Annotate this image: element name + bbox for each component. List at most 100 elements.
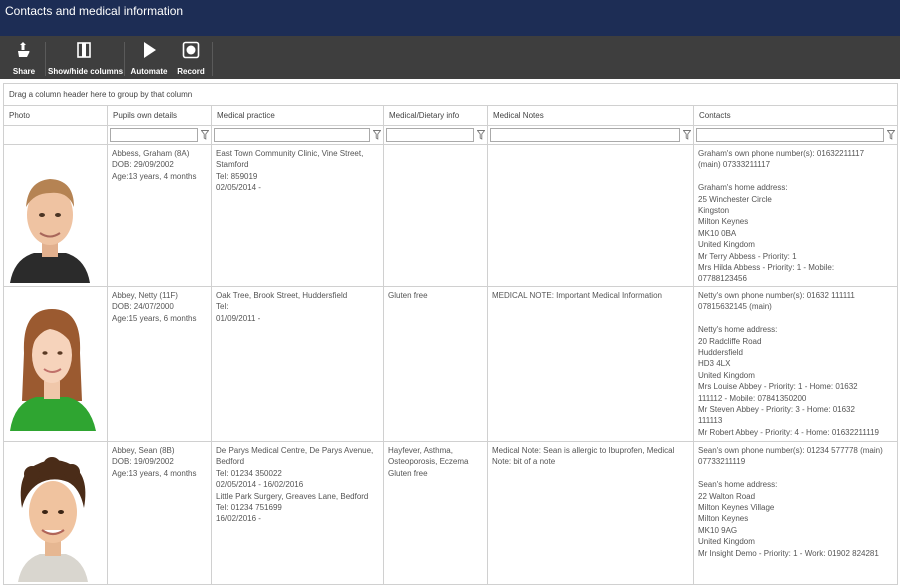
record-label: Record (177, 67, 205, 76)
practice-line: Stamford (216, 160, 249, 170)
group-by-panel[interactable]: Drag a column header here to group by th… (4, 84, 897, 106)
automate-label: Automate (130, 67, 168, 76)
practice-line: Bedford (216, 457, 245, 467)
contact-line: 111112 - Mobile: 07841350200 (698, 393, 807, 403)
contact-line: Milton Keynes Village (698, 503, 775, 513)
contact-line: 20 Radcliffe Road (698, 336, 762, 346)
medical-note-line: Medical Note: Sean is allergic to Ibupro… (492, 446, 675, 455)
filter-cell-contacts (694, 126, 897, 145)
share-icon (18, 42, 30, 57)
contact-line: HD3 4LX (698, 359, 731, 369)
contacts-cell: Graham's own phone number(s): 0163221111… (694, 145, 897, 287)
filter-cell-pupil-details (108, 126, 212, 145)
contact-line: 111113 (698, 416, 723, 426)
contact-line: Mrs Louise Abbey - Priority: 1 - Home: 0… (698, 382, 858, 392)
show-hide-columns-button[interactable]: Show/hide columns (48, 36, 124, 79)
automate-button[interactable]: Automate (130, 36, 168, 79)
contact-line: Milton Keynes (698, 514, 749, 524)
share-button[interactable]: Share (8, 36, 40, 79)
filter-icon[interactable] (201, 130, 209, 140)
practice-line: Tel: 01234 350022 (216, 468, 282, 478)
pupil-photo (10, 309, 96, 431)
columns-icon (77, 42, 91, 58)
column-header-medical-practice[interactable]: Medical practice (212, 106, 384, 126)
filter-cell-medical-notes (488, 126, 694, 145)
practice-line: Tel: 859019 (216, 171, 258, 181)
column-header-photo[interactable]: Photo (4, 106, 108, 126)
show-hide-columns-label: Show/hide columns (48, 67, 124, 76)
contact-line: Mr Robert Abbey - Priority: 4 - Home: 01… (698, 427, 879, 437)
dietary-info-cell: Gluten free (384, 287, 488, 442)
pupil-details-cell: Abbess, Graham (8A) DOB: 29/09/2002 Age:… (108, 145, 212, 287)
contact-line: 22 Walton Road (698, 491, 756, 501)
practice-line: Oak Tree, Brook Street, Huddersfield (216, 291, 348, 300)
contacts-cell: Netty's own phone number(s): 01632 11111… (694, 287, 897, 442)
pupil-age: Age:13 years, 4 months (112, 468, 197, 478)
practice-line: 02/05/2014 - (216, 183, 261, 193)
contact-line: MK10 9AG (698, 525, 738, 535)
contact-line: Graham's own phone number(s): 0163221111… (698, 149, 865, 158)
filter-input-contacts[interactable] (696, 128, 884, 142)
pupil-name[interactable]: Abbey, Netty (11F) (112, 290, 207, 301)
column-header-medical-notes[interactable]: Medical Notes (488, 106, 694, 126)
contact-line: United Kingdom (698, 240, 755, 250)
filter-icon[interactable] (683, 130, 691, 140)
filter-cell-photo (4, 126, 108, 145)
contact-line: MK10 0BA (698, 228, 737, 238)
contact-line: 07788123456 (698, 274, 747, 284)
window-titlebar: Contacts and medical information (0, 0, 900, 36)
contact-line: 07733211119 (698, 457, 746, 467)
pupil-age: Age:15 years, 6 months (112, 313, 197, 323)
medical-practice-cell: De Parys Medical Centre, De Parys Avenue… (212, 442, 384, 584)
record-icon (182, 41, 200, 59)
pupil-dob: DOB: 24/07/2000 (112, 302, 174, 312)
pupil-details-cell: Abbey, Sean (8B) DOB: 19/09/2002 Age:13 … (108, 442, 212, 584)
contact-line (698, 171, 893, 182)
column-header-pupil-details[interactable]: Pupils own details (108, 106, 212, 126)
pupil-name[interactable]: Abbey, Sean (8B) (112, 445, 207, 456)
dietary-line: Gluten free (388, 468, 428, 478)
pupil-photo (10, 179, 90, 283)
dietary-line: Gluten free (388, 291, 428, 300)
medical-notes-cell (488, 145, 694, 287)
contact-line: Sean's own phone number(s): 01234 577778… (698, 446, 883, 455)
contact-line: United Kingdom (698, 537, 755, 547)
contact-line: (main) 07333211117 (698, 160, 771, 170)
dietary-info-cell: Hayfever, Asthma, Osteoporosis, Eczema G… (384, 442, 488, 584)
contacts-cell: Sean's own phone number(s): 01234 577778… (694, 442, 897, 584)
contacts-grid: Drag a column header here to group by th… (3, 83, 898, 585)
medical-notes-cell: MEDICAL NOTE: Important Medical Informat… (488, 287, 694, 442)
filter-input-medical-practice[interactable] (214, 128, 370, 142)
contact-line: Mrs Hilda Abbess - Priority: 1 - Mobile: (698, 263, 835, 273)
practice-line: 01/09/2011 - (216, 313, 261, 323)
filter-cell-dietary-info (384, 126, 488, 145)
filter-icon[interactable] (887, 130, 895, 140)
pupil-details-cell: Abbey, Netty (11F) DOB: 24/07/2000 Age:1… (108, 287, 212, 442)
toolbar-separator (212, 42, 213, 76)
toolbar-separator (45, 42, 46, 76)
contact-line: Graham's home address: (698, 183, 788, 193)
medical-note-line: MEDICAL NOTE: Important Medical Informat… (492, 291, 662, 300)
pupil-name[interactable]: Abbess, Graham (8A) (112, 148, 207, 159)
pupil-photo (18, 457, 88, 582)
contact-line: Kingston (698, 206, 730, 216)
contact-line (698, 313, 893, 324)
contact-line: Netty's home address: (698, 325, 778, 335)
share-label: Share (12, 67, 36, 76)
filter-input-pupil-details[interactable] (110, 128, 198, 142)
practice-line: Tel: 01234 751699 (216, 503, 282, 513)
column-header-contacts[interactable]: Contacts (694, 106, 897, 126)
practice-line: Little Park Surgery, Greaves Lane, Bedfo… (216, 491, 369, 501)
table-row-photo-cell (4, 287, 108, 442)
contact-line: Mr Steven Abbey - Priority: 3 - Home: 01… (698, 405, 855, 415)
medical-notes-cell: Medical Note: Sean is allergic to Ibupro… (488, 442, 694, 584)
filter-icon[interactable] (477, 130, 485, 140)
filter-icon[interactable] (373, 130, 381, 140)
practice-line: De Parys Medical Centre, De Parys Avenue… (216, 446, 374, 455)
record-button[interactable]: Record (174, 36, 208, 79)
table-row-photo-cell (4, 442, 108, 584)
filter-input-medical-notes[interactable] (490, 128, 680, 142)
column-header-dietary-info[interactable]: Medical/Dietary info (384, 106, 488, 126)
filter-input-dietary-info[interactable] (386, 128, 474, 142)
contact-line: Mr Insight Demo - Priority: 1 - Work: 01… (698, 548, 879, 558)
